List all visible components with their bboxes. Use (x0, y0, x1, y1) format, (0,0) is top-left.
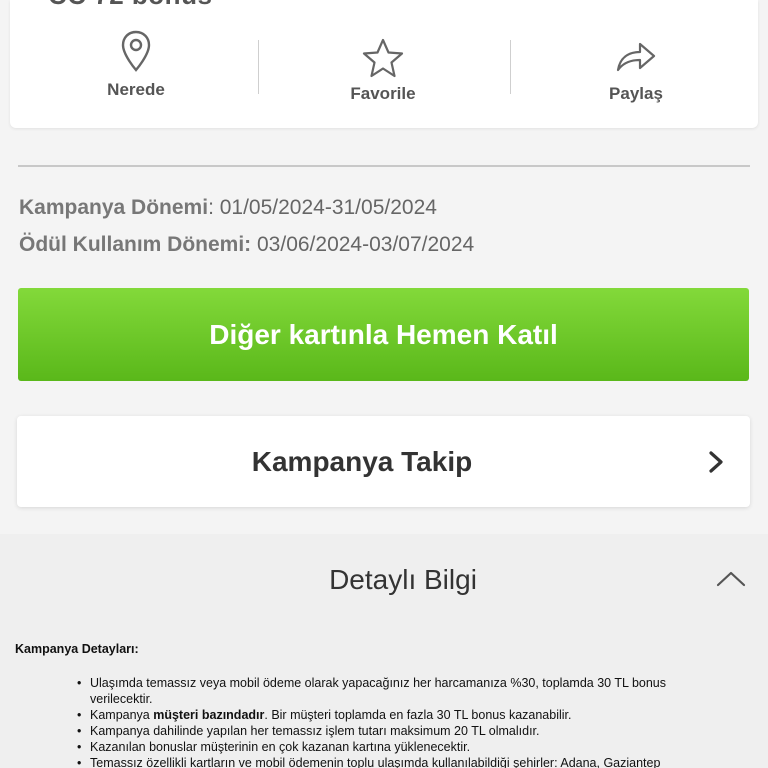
detail-title: Detaylı Bilgi (329, 564, 477, 595)
list-item: Kampanya müşteri bazındadır. Bir müşteri… (77, 707, 730, 723)
chevron-right-icon (709, 451, 723, 473)
star-icon (362, 38, 404, 78)
bullet-text: Kampanya (90, 708, 154, 722)
detail-bullet-list: Ulaşımda temassız veya mobil ödeme olara… (77, 675, 730, 768)
reward-period-value: 03/06/2024-03/07/2024 (251, 233, 475, 256)
where-label: Nerede (107, 80, 165, 99)
join-campaign-button[interactable]: Diğer kartınla Hemen Katıl (18, 288, 749, 381)
bullet-bold-text: müşteri bazındadır (153, 708, 265, 722)
campaign-period-label: Kampanya Dönemi (19, 196, 209, 219)
share-label: Paylaş (609, 84, 663, 103)
where-button[interactable]: Nerede (16, 30, 256, 100)
action-card: CC 72 bonus Nerede Favorile Paylaş (10, 0, 758, 128)
share-arrow-icon (616, 42, 656, 72)
list-item: Temassız özellikli kartların ve mobil öd… (77, 755, 730, 768)
location-pin-icon (121, 30, 151, 72)
campaign-period: Kampanya Dönemi: 01/05/2024-31/05/2024 (19, 196, 437, 220)
campaign-follow-card[interactable]: Kampanya Takip (17, 416, 750, 507)
share-button[interactable]: Paylaş (516, 38, 756, 104)
list-item: Kazanılan bonuslar müşterinin en çok kaz… (77, 739, 730, 755)
bullet-text: . Bir müşteri toplamda en fazla 30 TL bo… (264, 708, 572, 722)
campaign-follow-title: Kampanya Takip (251, 446, 473, 477)
detail-subheading: Kampanya Detayları: (15, 642, 139, 656)
detail-content: Detaylı Bilgi Kampanya Detayları: Ulaşım… (0, 534, 768, 768)
reward-period: Ödül Kullanım Dönemi: 03/06/2024-03/07/2… (19, 233, 474, 257)
campaign-title: CC 72 bonus (48, 0, 212, 11)
list-item: Ulaşımda temassız veya mobil ödeme olara… (77, 675, 730, 707)
action-divider (510, 40, 511, 94)
list-item: Kampanya dahilinde yapılan her temassız … (77, 723, 730, 739)
favorite-label: Favorile (350, 84, 416, 103)
campaign-period-value: : 01/05/2024-31/05/2024 (208, 196, 437, 219)
favorite-button[interactable]: Favorile (263, 38, 503, 104)
separator-line (18, 165, 750, 167)
reward-period-label: Ödül Kullanım Dönemi: (19, 233, 252, 256)
chevron-up-icon[interactable] (716, 570, 746, 588)
action-divider (258, 40, 259, 94)
